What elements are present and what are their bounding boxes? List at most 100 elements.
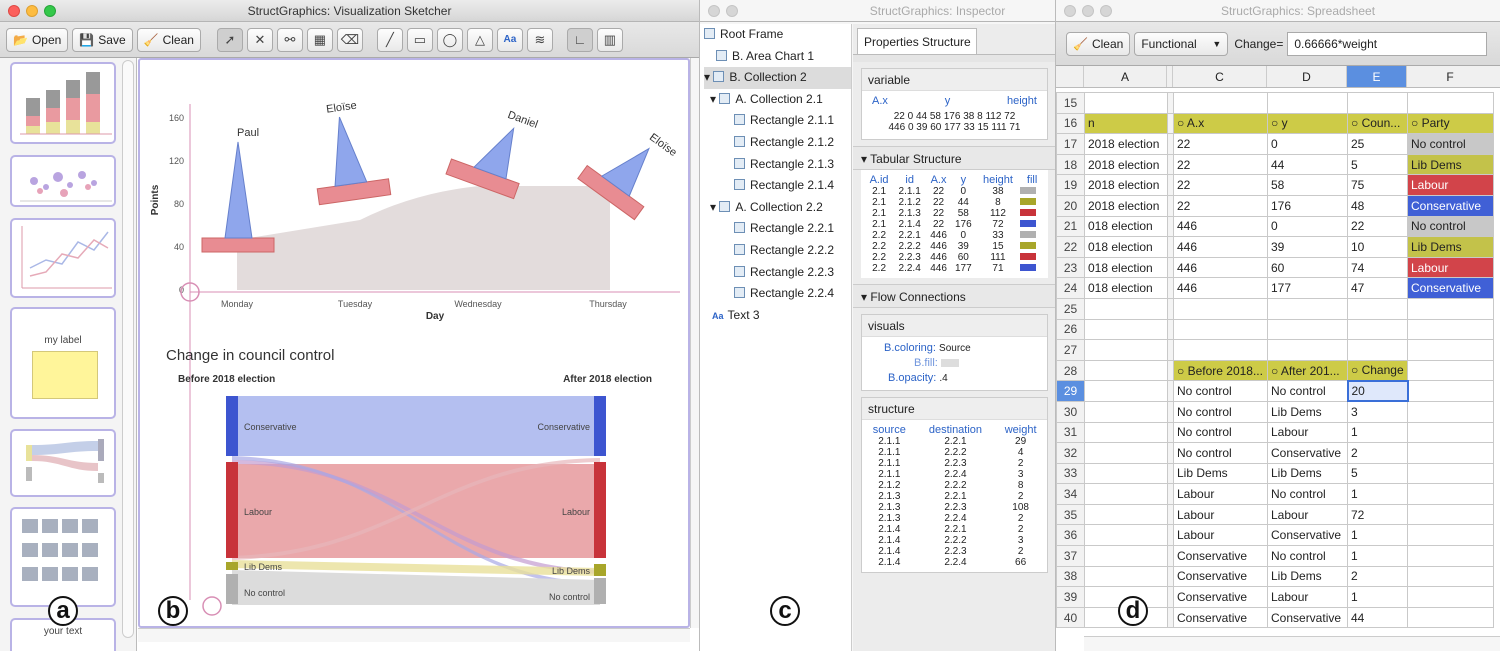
sheet-cell[interactable]: 2018 election — [1084, 153, 1168, 176]
sheet-cell[interactable]: 44 — [1347, 606, 1408, 629]
row-header[interactable]: 25 — [1056, 297, 1085, 320]
sheet-cell[interactable]: 47 — [1347, 277, 1408, 299]
sheet-cell[interactable]: 0 — [1267, 133, 1348, 155]
tabular-row[interactable]: 2.1 2.1.1 22 0 38 — [865, 186, 1044, 197]
tree-root-frame[interactable]: Root Frame — [704, 24, 851, 46]
row-header[interactable]: 34 — [1056, 483, 1085, 505]
sheet-cell[interactable]: Labour — [1267, 503, 1348, 526]
properties-tab[interactable]: Properties Structure — [857, 28, 977, 54]
sheet-cell[interactable]: 72 — [1347, 503, 1408, 526]
thumbnail-label[interactable]: my label — [10, 307, 116, 419]
text-tool-icon[interactable]: Aa — [496, 27, 523, 52]
tree-text-3[interactable]: Aa Text 3 — [704, 305, 851, 327]
sheet-cell[interactable]: 2 — [1347, 442, 1408, 464]
thumbnail-scrollbar[interactable] — [122, 60, 134, 638]
tree-rect-2-2-3[interactable]: Rectangle 2.2.3 — [704, 262, 851, 284]
sheet-cell[interactable]: 5 — [1347, 462, 1408, 485]
select-tool-icon[interactable]: ➚ — [216, 27, 243, 52]
sheet-cell[interactable]: ○ y — [1267, 112, 1348, 135]
structure-row[interactable]: 2.1.4 2.2.1 2 — [864, 524, 1045, 535]
structure-row[interactable]: 2.1.4 2.2.2 3 — [864, 535, 1045, 546]
sheet-cell[interactable] — [1347, 92, 1408, 114]
sheet-cell[interactable] — [1084, 462, 1168, 485]
sheet-cell[interactable]: Conservative — [1407, 194, 1494, 217]
sheet-cell[interactable] — [1407, 503, 1494, 526]
sheet-cell[interactable]: 2018 election — [1084, 133, 1168, 155]
sheet-cell[interactable]: 22 — [1173, 133, 1268, 155]
sheet-cell[interactable]: 1 — [1347, 545, 1408, 567]
row-header[interactable]: 38 — [1056, 565, 1085, 588]
row-header[interactable]: 24 — [1056, 277, 1085, 299]
tabular-row[interactable]: 2.1 2.1.3 22 58 112 — [865, 208, 1044, 219]
sheet-cell[interactable]: 75 — [1347, 174, 1408, 196]
row-header[interactable]: 26 — [1056, 318, 1085, 341]
sheet-cell[interactable]: Conservative — [1407, 277, 1494, 299]
sheet-cell[interactable]: No control — [1173, 380, 1268, 402]
rectangle-tool-icon[interactable]: ▭ — [406, 27, 433, 52]
sheet-cell[interactable]: 74 — [1347, 256, 1408, 279]
tabular-section-header[interactable]: ▾ Tabular Structure — [853, 146, 1055, 170]
sheet-cell[interactable]: 60 — [1267, 256, 1348, 279]
row-header[interactable]: 15 — [1056, 92, 1085, 114]
sheet-cell[interactable]: Labour — [1173, 503, 1268, 526]
sheet-cell[interactable] — [1407, 565, 1494, 588]
tree-rect-2-2-2[interactable]: Rectangle 2.2.2 — [704, 240, 851, 262]
sheet-cell[interactable] — [1347, 318, 1408, 341]
thumbnail-line-chart[interactable] — [10, 218, 116, 298]
sheet-cell[interactable]: Labour — [1173, 483, 1268, 505]
row-header[interactable]: 21 — [1056, 215, 1085, 238]
sheet-cell[interactable]: No control — [1267, 545, 1348, 567]
sheet-cell[interactable]: 25 — [1347, 133, 1408, 155]
sheet-cell[interactable]: 1 — [1347, 483, 1408, 505]
sheet-cell[interactable]: 48 — [1347, 194, 1408, 217]
sheet-cell[interactable] — [1173, 297, 1268, 320]
row-header[interactable]: 22 — [1056, 236, 1085, 258]
sheet-cell[interactable]: No control — [1173, 442, 1268, 464]
sheet-cell[interactable]: Lib Dems — [1173, 462, 1268, 485]
sheet-cell[interactable] — [1084, 339, 1168, 361]
sheet-cell[interactable] — [1267, 92, 1348, 114]
structure-row[interactable]: 2.1.3 2.2.3 108 — [864, 502, 1045, 513]
link-tool-icon[interactable]: ⚯ — [276, 27, 303, 52]
sheet-cell[interactable]: No control — [1267, 483, 1348, 505]
row-header[interactable]: 16 — [1056, 112, 1085, 135]
sheet-cell[interactable]: 018 election — [1084, 236, 1168, 258]
sheet-cell[interactable]: Lib Dems — [1267, 565, 1348, 588]
sheet-cell[interactable] — [1173, 318, 1268, 341]
window-controls[interactable] — [8, 5, 56, 17]
tree-rect-2-1-1[interactable]: Rectangle 2.1.1 — [704, 110, 851, 132]
sheet-cell[interactable] — [1407, 421, 1494, 444]
mode-select[interactable]: Functional ▼ — [1134, 31, 1229, 56]
sheet-cell[interactable]: ○ Change — [1347, 359, 1408, 382]
formula-input[interactable]: 0.66666*weight — [1287, 31, 1488, 56]
flow-section-header[interactable]: ▾ Flow Connections — [853, 284, 1055, 308]
sheet-cell[interactable] — [1407, 524, 1494, 547]
sheet-cell[interactable]: 1 — [1347, 524, 1408, 547]
spreadsheet-window-controls[interactable] — [1064, 5, 1112, 17]
triangle-tool-icon[interactable]: △ — [466, 27, 493, 52]
sheet-cell[interactable] — [1267, 318, 1348, 341]
sheet-cell[interactable] — [1084, 524, 1168, 547]
sheet-cell[interactable] — [1084, 421, 1168, 444]
tabular-row[interactable]: 2.1 2.1.4 22 176 72 — [865, 219, 1044, 230]
sheet-cell[interactable]: Conservative — [1267, 442, 1348, 464]
row-header[interactable]: 29 — [1056, 380, 1085, 402]
sheet-cell[interactable]: No control — [1407, 215, 1494, 238]
sheet-cell[interactable] — [1084, 503, 1168, 526]
sheet-cell[interactable]: 018 election — [1084, 277, 1168, 299]
sheet-cell[interactable]: 018 election — [1084, 215, 1168, 238]
line-tool-icon[interactable]: ╱ — [376, 27, 403, 52]
sheet-cell[interactable]: ○ Coun... — [1347, 112, 1408, 135]
row-header[interactable]: 36 — [1056, 524, 1085, 547]
row-header[interactable]: 18 — [1056, 153, 1085, 176]
sheet-cell[interactable] — [1407, 442, 1494, 464]
sheet-cell[interactable]: Conservative — [1173, 545, 1268, 567]
tabular-row[interactable]: 2.1 2.1.2 22 44 8 — [865, 197, 1044, 208]
sheet-cell[interactable]: Labour — [1173, 524, 1268, 547]
thumbnail-stacked-bars[interactable] — [10, 62, 116, 144]
origin-handle[interactable] — [202, 596, 222, 616]
sheet-cell[interactable]: Labour — [1407, 174, 1494, 196]
sheet-cell[interactable] — [1407, 359, 1494, 382]
structure-row[interactable]: 2.1.4 2.2.3 2 — [864, 546, 1045, 557]
sheet-cell[interactable]: 3 — [1347, 400, 1408, 423]
